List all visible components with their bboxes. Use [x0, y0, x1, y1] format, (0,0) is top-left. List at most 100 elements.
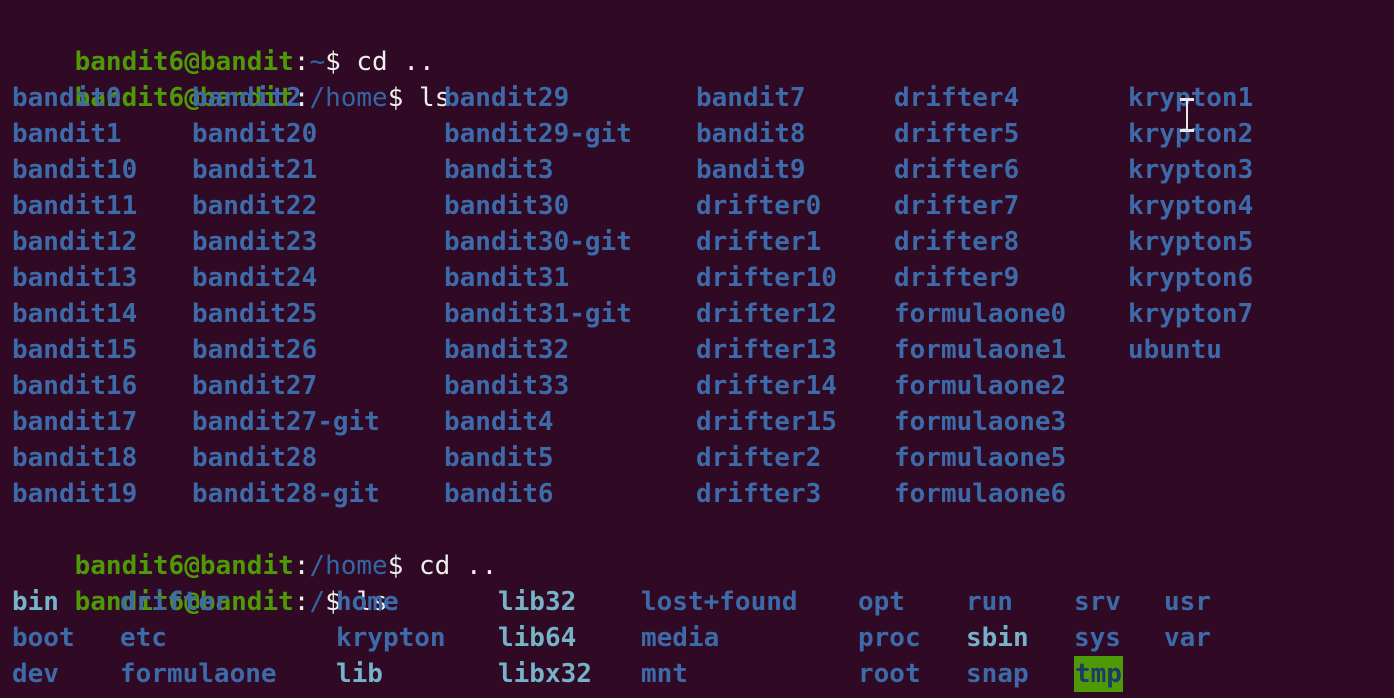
- directory-entry: drifter9: [894, 263, 1020, 293]
- directory-entry: bandit22: [192, 191, 318, 221]
- directory-entry: bandit4: [444, 407, 554, 437]
- directory-entry: tmp: [1074, 656, 1123, 692]
- directory-entry: krypton6: [1128, 263, 1254, 293]
- directory-entry: drifter6: [894, 155, 1020, 185]
- directory-entry: bandit27: [192, 371, 318, 401]
- directory-entry: ubuntu: [1128, 335, 1222, 365]
- command-text: cd ..: [419, 551, 498, 581]
- directory-entry: krypton5: [1128, 227, 1254, 257]
- directory-entry: lib64: [498, 623, 577, 653]
- directory-entry: formulaone3: [894, 407, 1067, 437]
- directory-entry: bandit31-git: [444, 299, 632, 329]
- directory-entry: bandit1: [12, 119, 122, 149]
- directory-entry: drifter12: [696, 299, 837, 329]
- directory-entry: formulaone: [120, 659, 277, 689]
- directory-entry: usr: [1164, 587, 1211, 617]
- directory-entry: root: [858, 659, 921, 689]
- directory-entry: bandit6: [444, 479, 554, 509]
- directory-entry: bandit28: [192, 443, 318, 473]
- prompt-line: bandit6@bandit:/$ ls: [12, 548, 388, 617]
- directory-entry: bandit11: [12, 191, 138, 221]
- prompt-path: /home: [309, 83, 388, 113]
- prompt-line: bandit6@bandit:/home$ cd ..: [12, 512, 498, 581]
- directory-entry: drifter15: [696, 407, 837, 437]
- text-cursor-icon: [1180, 98, 1194, 132]
- directory-entry: home: [336, 587, 399, 617]
- directory-entry: formulaone1: [894, 335, 1067, 365]
- directory-entry: sys: [1074, 623, 1121, 653]
- directory-entry: sbin: [966, 623, 1029, 653]
- directory-entry: libx32: [498, 659, 592, 689]
- directory-entry: formulaone2: [894, 371, 1067, 401]
- directory-entry: boot: [12, 623, 75, 653]
- directory-entry: bandit10: [12, 155, 138, 185]
- directory-entry: krypton7: [1128, 299, 1254, 329]
- directory-entry: drifter5: [894, 119, 1020, 149]
- directory-entry: bandit29-git: [444, 119, 632, 149]
- directory-entry: formulaone5: [894, 443, 1067, 473]
- directory-entry: drifter7: [894, 191, 1020, 221]
- directory-entry: proc: [858, 623, 921, 653]
- directory-entry: bandit0: [12, 83, 122, 113]
- directory-entry: bandit23: [192, 227, 318, 257]
- directory-entry: snap: [966, 659, 1029, 689]
- directory-entry: bandit12: [12, 227, 138, 257]
- directory-entry: bandit17: [12, 407, 138, 437]
- directory-entry: dev: [12, 659, 59, 689]
- directory-entry: drifter4: [894, 83, 1020, 113]
- terminal-window[interactable]: bandit6@bandit:~$ cd .. bandit6@bandit:/…: [0, 0, 1394, 698]
- directory-entry: bandit2: [192, 83, 302, 113]
- directory-entry: krypton4: [1128, 191, 1254, 221]
- directory-entry: bandit7: [696, 83, 806, 113]
- directory-entry: formulaone0: [894, 299, 1067, 329]
- prompt-dollar: $: [387, 551, 420, 581]
- directory-entry: bandit15: [12, 335, 138, 365]
- directory-entry: formulaone6: [894, 479, 1067, 509]
- directory-entry: drifter14: [696, 371, 837, 401]
- directory-entry: bandit5: [444, 443, 554, 473]
- directory-entry: bandit33: [444, 371, 570, 401]
- directory-entry: drifter10: [696, 263, 837, 293]
- directory-entry: bandit21: [192, 155, 318, 185]
- directory-entry: bandit32: [444, 335, 570, 365]
- prompt-path: /: [309, 587, 326, 617]
- prompt-colon: :: [293, 587, 310, 617]
- directory-entry: lib32: [498, 587, 577, 617]
- prompt-line: bandit6@bandit:~$ cd ..: [12, 8, 435, 77]
- directory-entry: bandit27-git: [192, 407, 380, 437]
- directory-entry: bandit9: [696, 155, 806, 185]
- directory-entry: mnt: [641, 659, 688, 689]
- directory-entry: bandit24: [192, 263, 318, 293]
- directory-entry: bandit30: [444, 191, 570, 221]
- directory-entry: drifter: [120, 587, 230, 617]
- directory-entry: bandit30-git: [444, 227, 632, 257]
- directory-entry: drifter2: [696, 443, 822, 473]
- directory-entry: bandit26: [192, 335, 318, 365]
- directory-entry: drifter13: [696, 335, 837, 365]
- directory-entry: bandit8: [696, 119, 806, 149]
- directory-entry: bandit29: [444, 83, 570, 113]
- directory-entry: media: [641, 623, 720, 653]
- directory-entry: drifter0: [696, 191, 822, 221]
- directory-entry: run: [966, 587, 1013, 617]
- directory-entry: lost+found: [641, 587, 798, 617]
- directory-entry: var: [1164, 623, 1211, 653]
- directory-entry: bandit16: [12, 371, 138, 401]
- directory-entry: bandit3: [444, 155, 554, 185]
- directory-entry: bandit14: [12, 299, 138, 329]
- prompt-line: bandit6@bandit:/home$ ls: [12, 44, 451, 113]
- directory-entry: bandit20: [192, 119, 318, 149]
- directory-entry: lib: [336, 659, 383, 689]
- directory-entry: drifter8: [894, 227, 1020, 257]
- directory-entry: srv: [1074, 587, 1121, 617]
- directory-entry: etc: [120, 623, 167, 653]
- directory-entry: bandit13: [12, 263, 138, 293]
- prompt-dollar: $: [387, 83, 420, 113]
- directory-entry: bandit19: [12, 479, 138, 509]
- directory-entry: krypton3: [1128, 155, 1254, 185]
- directory-entry: bin: [12, 587, 59, 617]
- directory-entry: drifter1: [696, 227, 822, 257]
- directory-entry: bandit18: [12, 443, 138, 473]
- directory-entry: krypton: [336, 623, 446, 653]
- directory-entry: drifter3: [696, 479, 822, 509]
